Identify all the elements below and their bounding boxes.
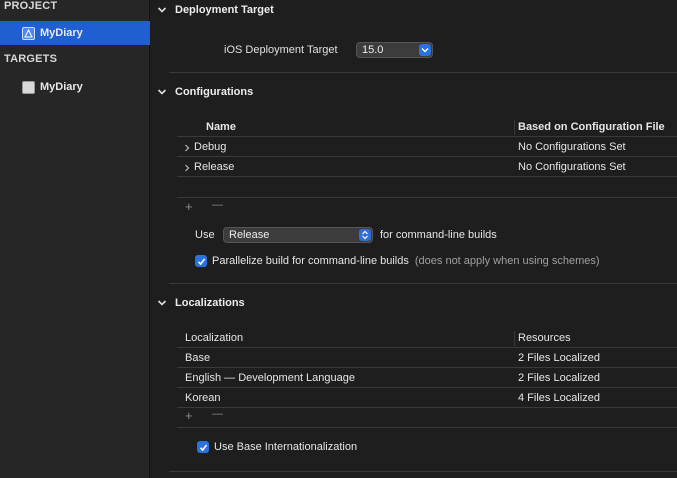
divider [169,283,677,284]
column-header-resources[interactable]: Resources [518,332,571,344]
divider [169,72,677,73]
localizations-table: Localization Resources Base 2 Files Loca… [177,329,677,409]
localizations-section-toggle[interactable]: Localizations [157,297,245,309]
column-separator [514,331,515,346]
base-internationalization-checkbox[interactable] [197,441,209,453]
table-header: Localization Resources [177,329,677,348]
column-header-name[interactable]: Name [206,121,236,133]
deployment-target-value: 15.0 [362,44,384,56]
sidebar-item-label: MyDiary [40,27,83,39]
table-row[interactable]: English — Development Language 2 Files L… [177,369,677,388]
chevron-right-icon[interactable] [183,164,191,172]
deployment-section-toggle[interactable]: Deployment Target [157,4,274,16]
localization-resources: 4 Files Localized [518,392,600,404]
config-name: Release [194,161,235,173]
use-label: Use [195,229,215,241]
divider [177,427,677,428]
remove-configuration-button[interactable]: — [212,199,223,211]
add-configuration-button[interactable]: + [185,199,193,214]
config-file: No Configurations Set [518,161,626,173]
localizations-title: Localizations [175,297,245,309]
deployment-target-label: iOS Deployment Target [224,44,338,56]
remove-localization-button[interactable]: — [212,408,223,420]
localization-resources: 2 Files Localized [518,372,600,384]
project-settings-pane: Deployment Target iOS Deployment Target … [151,0,677,478]
checkmark-icon [199,444,207,451]
parallelize-label[interactable]: Parallelize build for command-line build… [212,255,409,267]
table-row[interactable]: Release No Configurations Set [177,158,677,177]
divider [169,471,677,472]
divider [177,197,677,198]
add-localization-button[interactable]: + [185,408,193,423]
config-file: No Configurations Set [518,141,626,153]
sidebar-item-label: MyDiary [40,81,83,93]
config-name: Debug [194,141,227,153]
checkmark-icon [197,258,205,265]
chevron-down-icon [157,300,167,306]
sidebar-item-target[interactable]: MyDiary [0,75,150,99]
table-row[interactable]: Korean 4 Files Localized [177,389,677,408]
localization-name: Base [185,352,211,364]
project-header: PROJECT [4,0,58,12]
configurations-table: Name Based on Configuration File Debug N… [177,118,677,180]
table-row[interactable]: Base 2 Files Localized [177,349,677,368]
chevron-updown-icon [359,229,371,241]
deployment-title: Deployment Target [175,4,274,16]
base-intl-row: Use Base Internationalization [197,441,357,453]
command-line-config-value: Release [229,229,270,241]
command-line-config-popup[interactable]: Release [223,227,373,243]
base-intl-label[interactable]: Use Base Internationalization [214,441,357,453]
table-row[interactable]: Debug No Configurations Set [177,138,677,157]
chevron-right-icon[interactable] [183,144,191,152]
parallelize-note: (does not apply when using schemes) [414,255,600,267]
parallelize-checkbox[interactable] [195,255,207,267]
chevron-down-icon [157,89,167,95]
localization-name: Korean [185,392,221,404]
sidebar: PROJECT MyDiary TARGETS MyDiary [0,0,150,478]
localization-resources: 2 Files Localized [518,352,600,364]
column-header-localization[interactable]: Localization [185,332,243,344]
targets-header: TARGETS [4,53,58,65]
localization-name: English — Development Language [185,372,356,384]
chevron-down-icon [419,44,431,56]
column-header-config-file[interactable]: Based on Configuration File [518,121,665,133]
app-target-icon [22,80,35,94]
column-separator [514,120,515,135]
project-icon [22,26,35,40]
configurations-section-toggle[interactable]: Configurations [157,86,254,98]
parallelize-row: Parallelize build for command-line build… [195,255,600,267]
use-suffix: for command-line builds [380,229,497,241]
chevron-down-icon [157,7,167,13]
deployment-target-popup[interactable]: 15.0 [356,42,433,58]
table-header: Name Based on Configuration File [177,118,677,137]
configurations-title: Configurations [175,86,254,98]
sidebar-item-project[interactable]: MyDiary [0,21,150,45]
